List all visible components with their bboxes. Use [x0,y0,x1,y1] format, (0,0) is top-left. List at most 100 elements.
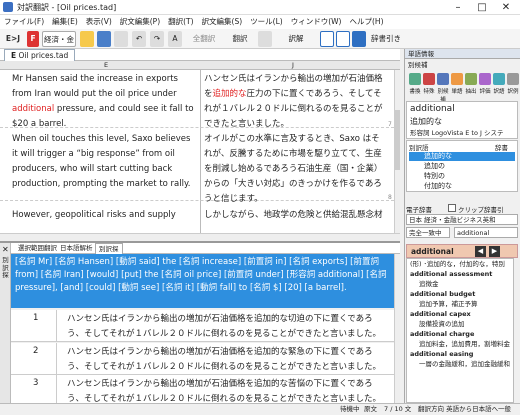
translate-button[interactable]: 翻訳 [226,31,254,47]
source-sentence[interactable]: When oil touches this level, Saxo believ… [12,132,198,192]
alternatives-scrollbar[interactable] [394,254,400,403]
dict-line: additional charge [410,330,475,338]
source-sentence[interactable]: However, geopolitical risks and supply [12,208,198,223]
toolbar: E>J F 経済・金融 ↶ ↷ A 全翻訳 翻訳 訳解 辞書引き [0,29,520,60]
tab-japanese-analysis[interactable]: 日本語解析 [57,243,96,254]
source-sentence[interactable]: Mr Hansen said the increase in exports f… [12,72,198,132]
candidate-icon[interactable] [437,73,449,85]
edict-title: 電子辞書 [406,206,432,214]
dict-line: 追加予算，補正予算 [419,300,478,308]
layout-panel-icon[interactable] [352,31,366,47]
document-tabbar: E Oil prices.tad [0,49,400,61]
alternative-row[interactable]: 2 ハンセン氏はイランから輸出の増加が石油価格を追加的な緊急の下に置くであろう、… [11,343,394,375]
word-meta: 形容詞 LogoVista E to J システ [410,129,504,137]
column-j-label: J [292,61,294,69]
dictionary-button[interactable]: 辞書引き [370,31,402,47]
alt-text: ハンセン氏はイランから輸出の増加が石油価格を追加的な切迫の下に置くであろう、そし… [67,314,381,339]
maximize-button[interactable]: □ [470,0,494,15]
special-icon[interactable] [423,73,435,85]
list-item[interactable]: 特別の [409,172,515,181]
dict-line: additional budget [410,290,476,298]
evaluate-icon[interactable] [479,73,491,85]
domain-icon: F [27,31,39,47]
tab-selection-translate[interactable]: 選択範囲翻訳 [15,243,60,254]
document-view[interactable]: Mr Hansen said the increase in exports f… [0,70,394,233]
tab-alternatives[interactable]: 別訳探 [95,243,123,254]
prev-entry-button[interactable]: ◀ [475,246,486,257]
close-icon[interactable]: ✕ [2,245,9,254]
icon-label: 単語 [451,89,463,95]
extract-icon[interactable] [465,73,477,85]
menu-translate[interactable]: 翻訳(T) [164,15,197,29]
alternative-row[interactable]: 1 ハンセン氏はイランから輸出の増加が石油価格を追加的な切迫の下に置くであろう、… [11,310,394,342]
target-sentence[interactable]: オイルがこの水準に言及するとき、Saxo はそれが、反騰するために市場を駆り立て… [204,132,384,207]
menu-tools[interactable]: ツール(L) [246,15,287,29]
translate-all-button[interactable]: 全翻訳 [186,31,222,47]
analysis-result: [名詞 Mr] [名詞 Hansen] [動詞 said] the [名詞 in… [11,254,394,308]
sentence-row[interactable]: When oil touches this level, Saxo believ… [0,129,394,204]
match-select[interactable]: 完全一致中 [406,227,450,238]
sentence-row[interactable]: However, geopolitical risks and supply し… [0,202,394,233]
lower-tabbar: 選択範囲翻訳 日本語解析 別訳探 [11,243,400,254]
status-doc: 原文 [364,405,377,413]
list-item[interactable]: 追加的な [409,152,515,161]
column-header: E J [0,61,400,70]
icon-label: 特殊 [423,89,435,95]
status-direction: 翻訳方向 英語から日本語へ [418,405,499,413]
clipboard-checkbox[interactable] [448,204,456,212]
word-japanese: 追加的な [410,117,442,126]
save-icon[interactable] [97,31,111,47]
print-icon[interactable] [114,31,128,47]
dict-line: additional assessment [410,270,493,278]
scroll-thumb[interactable] [395,110,400,170]
font-icon[interactable]: A [168,31,182,47]
list-item[interactable]: 追加の [409,162,515,171]
translation-icon[interactable] [493,73,505,85]
document-scrollbar[interactable] [394,70,400,233]
list-item[interactable]: 付加的な [409,182,515,191]
menu-file[interactable]: ファイル(F) [0,15,48,29]
icon-label: 訳語 [493,89,505,95]
commentary-button[interactable]: 訳解 [276,31,316,47]
dict-select[interactable]: 日本 経済・金融ビジネス英和 [406,214,518,225]
dict-line: 追加料金，追加費用，割増料金 [419,340,510,348]
alternative-row[interactable]: 3 ハンセン氏はイランから輸出の増加が石油価格を追加的な苦悩の下に置くであろう、… [11,375,394,404]
layout-side-icon[interactable] [320,31,334,47]
menu-target-edit[interactable]: 訳文編集(P) [116,15,164,29]
target-sentence[interactable]: しかしながら、地政学の危険と供給混乱懸念材 [204,208,384,223]
sentence-row[interactable]: Mr Hansen said the increase in exports f… [0,70,394,129]
menu-help[interactable]: ヘルプ(H) [346,15,388,29]
menu-edit[interactable]: 編集(E) [48,15,82,29]
word-icon[interactable] [451,73,463,85]
example-icon[interactable] [507,73,519,85]
close-button[interactable]: ✕ [494,0,518,15]
document-tab[interactable]: E Oil prices.tad [4,49,76,61]
dict-line: 追徴金 [419,280,439,288]
menu-bar: ファイル(F) 編集(E) 表示(V) 訳文編集(P) 翻訳(T) 訳文編集(S) ツール(… [0,15,520,29]
horizontal-scrollbar[interactable] [0,233,400,241]
menu-view[interactable]: 表示(V) [82,15,116,29]
alt-number: 1 [33,313,39,323]
target-sentence[interactable]: ハンセン氏はイランから輸出の増加が石油価格を追加的な圧力の下に置くであろう、そし… [204,72,384,132]
menu-translation-edit[interactable]: 訳文編集(S) [198,15,247,29]
icon-label: 抽出 [465,89,477,95]
undo-icon[interactable]: ↶ [132,31,146,47]
menu-window[interactable]: ウィンドウ(W) [287,15,346,29]
direction-button[interactable]: E>J [3,31,23,47]
folder-open-icon[interactable] [80,31,94,47]
icon-label: 訳例 [507,89,519,95]
icon-label: 評価 [479,89,491,95]
document-tab-label: Oil prices.tad [18,51,69,60]
redo-icon[interactable]: ↷ [150,31,164,47]
edit-icon[interactable] [258,31,272,47]
word-headword: additional [410,104,455,114]
icon-label: 書換 [409,89,421,95]
domain-select[interactable]: 経済・金融 [42,31,76,60]
dict-query-input[interactable]: additional [454,227,518,238]
rewrite-icon[interactable] [409,73,421,85]
alt-panel-side: ✕ 別訳探 [0,243,11,403]
minimize-button[interactable]: – [446,0,470,15]
status-bar: 待機中 原文 7 / 10 文 翻訳方向 英語から日本語へ 一般 [0,403,520,414]
next-entry-button[interactable]: ▶ [489,246,500,257]
layout-stack-icon[interactable] [336,31,350,47]
